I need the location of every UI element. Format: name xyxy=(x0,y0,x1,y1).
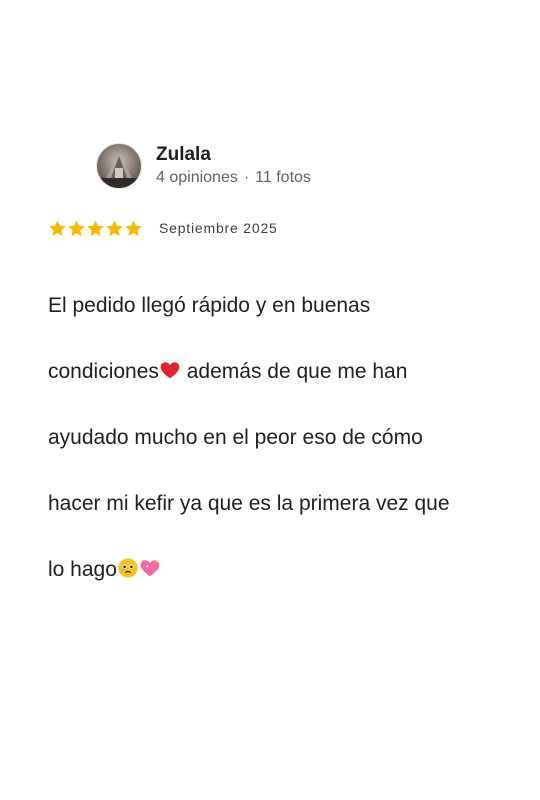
review-text-segment: lo hago xyxy=(48,558,117,581)
star-icon xyxy=(49,220,66,236)
red-heart-emoji-icon xyxy=(160,362,180,379)
reviewer-meta: 4 opiniones · 11 fotos xyxy=(156,167,311,189)
review-text-line: condiciones además de que me han xyxy=(48,355,508,388)
star-icon xyxy=(125,220,142,236)
reviews-count: 4 opiniones xyxy=(156,168,238,186)
review-text-line: lo hago xyxy=(48,553,508,586)
reviewer-header[interactable]: Zulala 4 opiniones · 11 fotos xyxy=(96,143,311,189)
review-text-line: hacer mi kefir ya que es la primera vez … xyxy=(48,492,450,515)
photos-count: 11 fotos xyxy=(255,168,311,186)
rating-row: Septiembre 2025 xyxy=(48,219,278,238)
star-rating xyxy=(48,219,143,238)
avatar-photo-icon xyxy=(97,152,141,188)
reviewer-name[interactable]: Zulala xyxy=(156,144,311,166)
review-text-segment: condiciones xyxy=(48,360,159,383)
meta-separator: · xyxy=(243,168,250,186)
review-text-line: ayudado mucho en el peor eso de cómo xyxy=(48,426,423,449)
sparkling-heart-emoji-icon xyxy=(140,558,160,577)
review-card: Zulala 4 opiniones · 11 fotos Septiembre 2… xyxy=(0,0,540,800)
review-text-line: El pedido llegó rápido y en buenas xyxy=(48,294,371,317)
holding-back-tears-emoji-icon xyxy=(118,558,138,578)
star-icon xyxy=(87,220,104,236)
review-text-segment: además de que me han xyxy=(180,360,408,383)
star-icon xyxy=(68,220,85,236)
star-icon xyxy=(106,220,123,236)
avatar[interactable] xyxy=(96,143,142,189)
review-text: El pedido llegó rápido y en buenas condi… xyxy=(48,256,508,619)
review-date: Septiembre 2025 xyxy=(159,220,278,236)
